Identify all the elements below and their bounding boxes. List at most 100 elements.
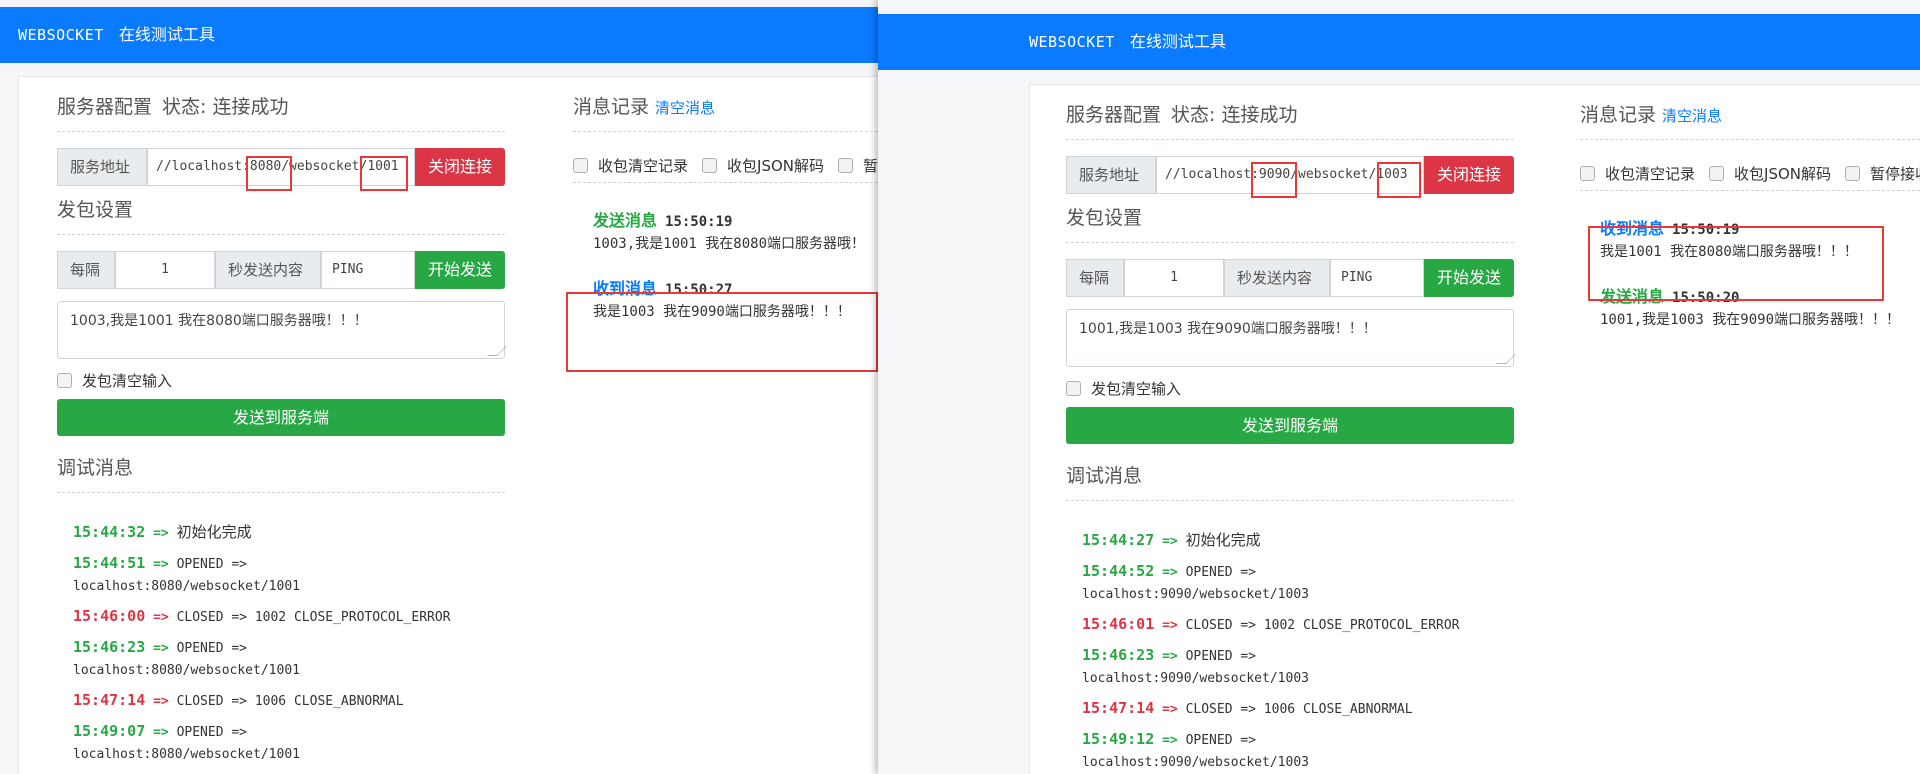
pause-option[interactable]: 暂停接收	[1845, 163, 1920, 184]
interval-input[interactable]: 1	[115, 251, 215, 289]
log-arrow: =>	[1162, 618, 1178, 633]
server-config-label: 服务器配置	[1066, 104, 1162, 126]
log-text: OPENED =>	[1185, 733, 1257, 748]
close-connection-button[interactable]: 关闭连接	[415, 148, 505, 186]
textarea-text: 1003,我是1001 我在8080端口服务器哦！！！	[70, 313, 368, 329]
clear-input-label: 发包清空输入	[82, 371, 173, 390]
main-card: 服务器配置 状态: 连接成功 服务地址 //localhost:8080/webs…	[18, 76, 878, 774]
send-to-server-button[interactable]: 发送到服务端	[57, 399, 505, 436]
clear-input-option[interactable]: 发包清空输入	[57, 369, 505, 391]
checkbox[interactable]	[838, 157, 853, 173]
log-arrow: =>	[1162, 649, 1178, 664]
log-entry: 15:47:14 => CLOSED => 1006 CLOSE_ABNORMA…	[1082, 697, 1514, 721]
main-card: 服务器配置 状态: 连接成功 服务地址 //localhost:9090/webs…	[1029, 84, 1920, 774]
message-item: 收到消息 15:50:19 我是1001 我在8080端口服务器哦！！！	[1580, 211, 1920, 265]
log-time: 15:49:07	[73, 722, 146, 740]
message-item: 发送消息 15:50:20 1001,我是1003 我在9090端口服务器哦！！！	[1580, 279, 1920, 333]
log-entry: 15:44:51 => OPENED => localhost:8080/web…	[73, 552, 505, 598]
address-row: 服务地址 //localhost:8080/websocket/1001 关闭连…	[57, 148, 505, 186]
resize-grip-icon[interactable]	[1496, 354, 1516, 364]
json-decode-option[interactable]: 收包JSON解码	[702, 155, 824, 176]
resize-grip-icon[interactable]	[487, 346, 507, 356]
log-text: OPENED =>	[176, 641, 248, 656]
message-log-label: 消息记录	[1580, 104, 1657, 126]
start-sending-button[interactable]: 开始发送	[1424, 259, 1514, 297]
log-url: localhost:9090/websocket/1003	[1082, 755, 1309, 770]
server-config-title: 服务器配置 状态: 连接成功	[1066, 99, 1514, 140]
message-body: 1003,我是1001 我在8080端口服务器哦！	[593, 236, 866, 252]
brand-cn: 在线测试工具	[118, 25, 215, 44]
textarea-text: 1001,我是1003 我在9090端口服务器哦！！！	[1079, 321, 1377, 337]
receive-options: 收包清空记录 收包JSON解码 暂停	[573, 148, 878, 183]
server-config-label: 服务器配置	[57, 96, 153, 118]
ping-content-input[interactable]: PING	[321, 251, 415, 289]
send-to-server-button[interactable]: 发送到服务端	[1066, 407, 1514, 444]
message-textarea[interactable]: 1001,我是1003 我在9090端口服务器哦！！！	[1066, 309, 1516, 367]
log-entry: 15:44:52 => OPENED => localhost:9090/web…	[1082, 560, 1514, 606]
clear-input-option[interactable]: 发包清空输入	[1066, 377, 1514, 399]
log-arrow: =>	[153, 526, 169, 541]
interval-row: 每隔 1 秒发送内容 PING 开始发送	[57, 251, 505, 289]
option-label: 收包清空记录	[598, 156, 689, 175]
every-label: 每隔	[57, 251, 115, 289]
log-text: OPENED =>	[176, 557, 248, 572]
option-label: 收包清空记录	[1605, 164, 1696, 183]
clear-input-checkbox[interactable]	[57, 372, 72, 388]
clear-on-receive-option[interactable]: 收包清空记录	[573, 155, 688, 176]
log-time: 15:46:00	[73, 607, 146, 625]
log-entry: 15:49:12 => OPENED => localhost:9090/web…	[1082, 728, 1514, 774]
top-navbar: WEBSOCKET 在线测试工具	[0, 7, 878, 63]
log-arrow: =>	[153, 557, 169, 572]
messages-column: 消息记录清空消息 收包清空记录 收包JSON解码 暂停接收 收到消息 15:50:…	[1580, 99, 1920, 333]
ping-content-input[interactable]: PING	[1330, 259, 1424, 297]
address-input[interactable]: //localhost:8080/websocket/1001	[147, 148, 415, 186]
log-text: CLOSED => 1006 CLOSE_ABNORMAL	[176, 694, 404, 709]
pause-option[interactable]: 暂停	[838, 155, 878, 176]
checkbox[interactable]	[1845, 165, 1860, 181]
option-label: 暂停	[863, 156, 878, 175]
message-type: 收到消息	[593, 279, 658, 298]
log-time: 15:47:14	[73, 691, 146, 709]
log-url: localhost:8080/websocket/1001	[73, 579, 300, 594]
log-arrow: =>	[153, 725, 169, 740]
clear-input-checkbox[interactable]	[1066, 380, 1081, 396]
close-connection-button[interactable]: 关闭连接	[1424, 156, 1514, 194]
clear-on-receive-option[interactable]: 收包清空记录	[1580, 163, 1695, 184]
log-entry: 15:49:07 => OPENED => localhost:8080/web…	[73, 720, 505, 766]
log-time: 15:44:51	[73, 554, 146, 572]
brand-en: WEBSOCKET	[1029, 33, 1115, 51]
json-decode-option[interactable]: 收包JSON解码	[1709, 163, 1831, 184]
log-text: OPENED =>	[1185, 565, 1257, 580]
message-textarea[interactable]: 1003,我是1001 我在8080端口服务器哦！！！	[57, 301, 507, 359]
brand[interactable]: WEBSOCKET 在线测试工具	[1029, 14, 1226, 70]
address-input[interactable]: //localhost:9090/websocket/1003	[1156, 156, 1424, 194]
brand[interactable]: WEBSOCKET 在线测试工具	[18, 7, 215, 63]
server-config-title: 服务器配置 状态: 连接成功	[57, 91, 505, 132]
log-text: 初始化完成	[1185, 531, 1261, 549]
log-url: localhost:8080/websocket/1001	[73, 747, 300, 762]
log-url: localhost:8080/websocket/1001	[73, 663, 300, 678]
log-entry: 15:47:14 => CLOSED => 1006 CLOSE_ABNORMA…	[73, 689, 505, 713]
debug-log: 15:44:27 => 初始化完成 15:44:52 => OPENED => …	[1066, 517, 1514, 774]
log-time: 15:49:12	[1082, 730, 1155, 748]
debug-log: 15:44:32 => 初始化完成 15:44:51 => OPENED => …	[57, 509, 505, 766]
seconds-content-label: 秒发送内容	[215, 251, 321, 289]
log-time: 15:46:01	[1082, 615, 1155, 633]
clear-messages-link[interactable]: 清空消息	[1662, 107, 1722, 125]
interval-input[interactable]: 1	[1124, 259, 1224, 297]
message-body: 我是1003 我在9090端口服务器哦！！！	[593, 304, 851, 320]
log-time: 15:44:27	[1082, 531, 1155, 549]
log-time: 15:46:23	[1082, 646, 1155, 664]
checkbox[interactable]	[573, 157, 588, 173]
checkbox[interactable]	[1580, 165, 1595, 181]
message-log-title: 消息记录 清空消息	[573, 91, 878, 132]
clear-messages-link[interactable]: 清空消息	[655, 99, 715, 117]
message-log-title: 消息记录 清空消息	[1580, 99, 1920, 140]
log-time: 15:44:32	[73, 523, 146, 541]
message-item: 发送消息 15:50:19 1003,我是1001 我在8080端口服务器哦！	[573, 203, 878, 257]
checkbox[interactable]	[702, 157, 718, 173]
checkbox[interactable]	[1709, 165, 1725, 181]
start-sending-button[interactable]: 开始发送	[415, 251, 505, 289]
message-body: 我是1001 我在8080端口服务器哦！！！	[1600, 244, 1858, 260]
message-time: 15:50:20	[1672, 290, 1740, 306]
